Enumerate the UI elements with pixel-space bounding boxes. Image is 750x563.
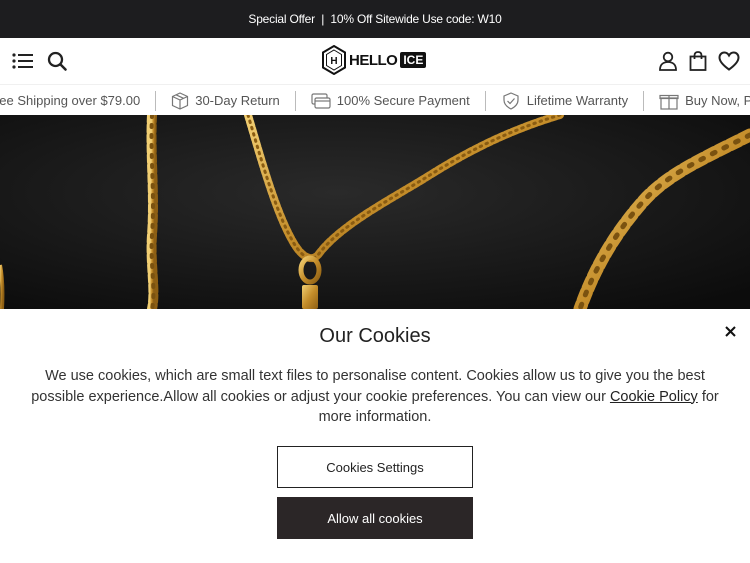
close-icon[interactable] — [720, 321, 740, 341]
benefit-label: 30-Day Return — [195, 93, 280, 108]
benefit-pay-later: Buy Now, Pay Later — [643, 90, 750, 111]
benefit-return: 30-Day Return — [155, 90, 295, 111]
announcement-bar: Special Offer | 10% Off Sitewide Use cod… — [0, 0, 750, 38]
cookie-banner: Our Cookies We use cookies, which are sm… — [0, 309, 750, 563]
benefit-free-shipping: Free Shipping over $79.00 — [0, 91, 155, 111]
benefits-bar: Free Shipping over $79.00 30-Day Return … — [0, 84, 750, 115]
svg-text:H: H — [330, 56, 337, 67]
cookie-policy-link[interactable]: Cookie Policy — [610, 389, 698, 405]
benefit-label: Free Shipping over $79.00 — [0, 93, 141, 108]
card-icon — [311, 92, 331, 109]
cookie-title: Our Cookies — [319, 325, 431, 347]
benefit-label: Buy Now, Pay Later — [685, 93, 750, 108]
site-logo[interactable]: H HELLO ICE — [322, 45, 427, 75]
benefit-warranty: Lifetime Warranty — [484, 90, 643, 111]
benefit-label: Lifetime Warranty — [526, 93, 629, 108]
logo-mark-icon: H — [322, 45, 346, 75]
logo-text: HELLO — [349, 51, 398, 69]
menu-icon[interactable] — [11, 49, 35, 73]
wishlist-icon[interactable] — [717, 49, 741, 73]
account-icon[interactable] — [656, 49, 680, 73]
logo-badge: ICE — [400, 52, 427, 68]
hero-image[interactable] — [0, 115, 750, 309]
gift-icon — [659, 94, 679, 110]
shield-icon — [503, 91, 519, 110]
cookies-settings-button[interactable]: Cookies Settings — [277, 446, 473, 488]
benefit-secure-payment: 100% Secure Payment — [294, 90, 485, 111]
site-header: H HELLO ICE — [0, 38, 750, 84]
cart-icon[interactable] — [686, 49, 710, 73]
announcement-text: Special Offer | 10% Off Sitewide Use cod… — [248, 12, 502, 26]
benefit-label: 100% Secure Payment — [336, 93, 470, 108]
cookie-description: We use cookies, which are small text fil… — [22, 366, 728, 428]
gold-chains-image — [0, 115, 750, 309]
allow-all-cookies-button[interactable]: Allow all cookies — [277, 497, 473, 539]
search-icon[interactable] — [45, 49, 69, 73]
cookie-text-start: We use cookies, which are small text fil… — [31, 368, 705, 405]
box-icon — [172, 91, 189, 110]
